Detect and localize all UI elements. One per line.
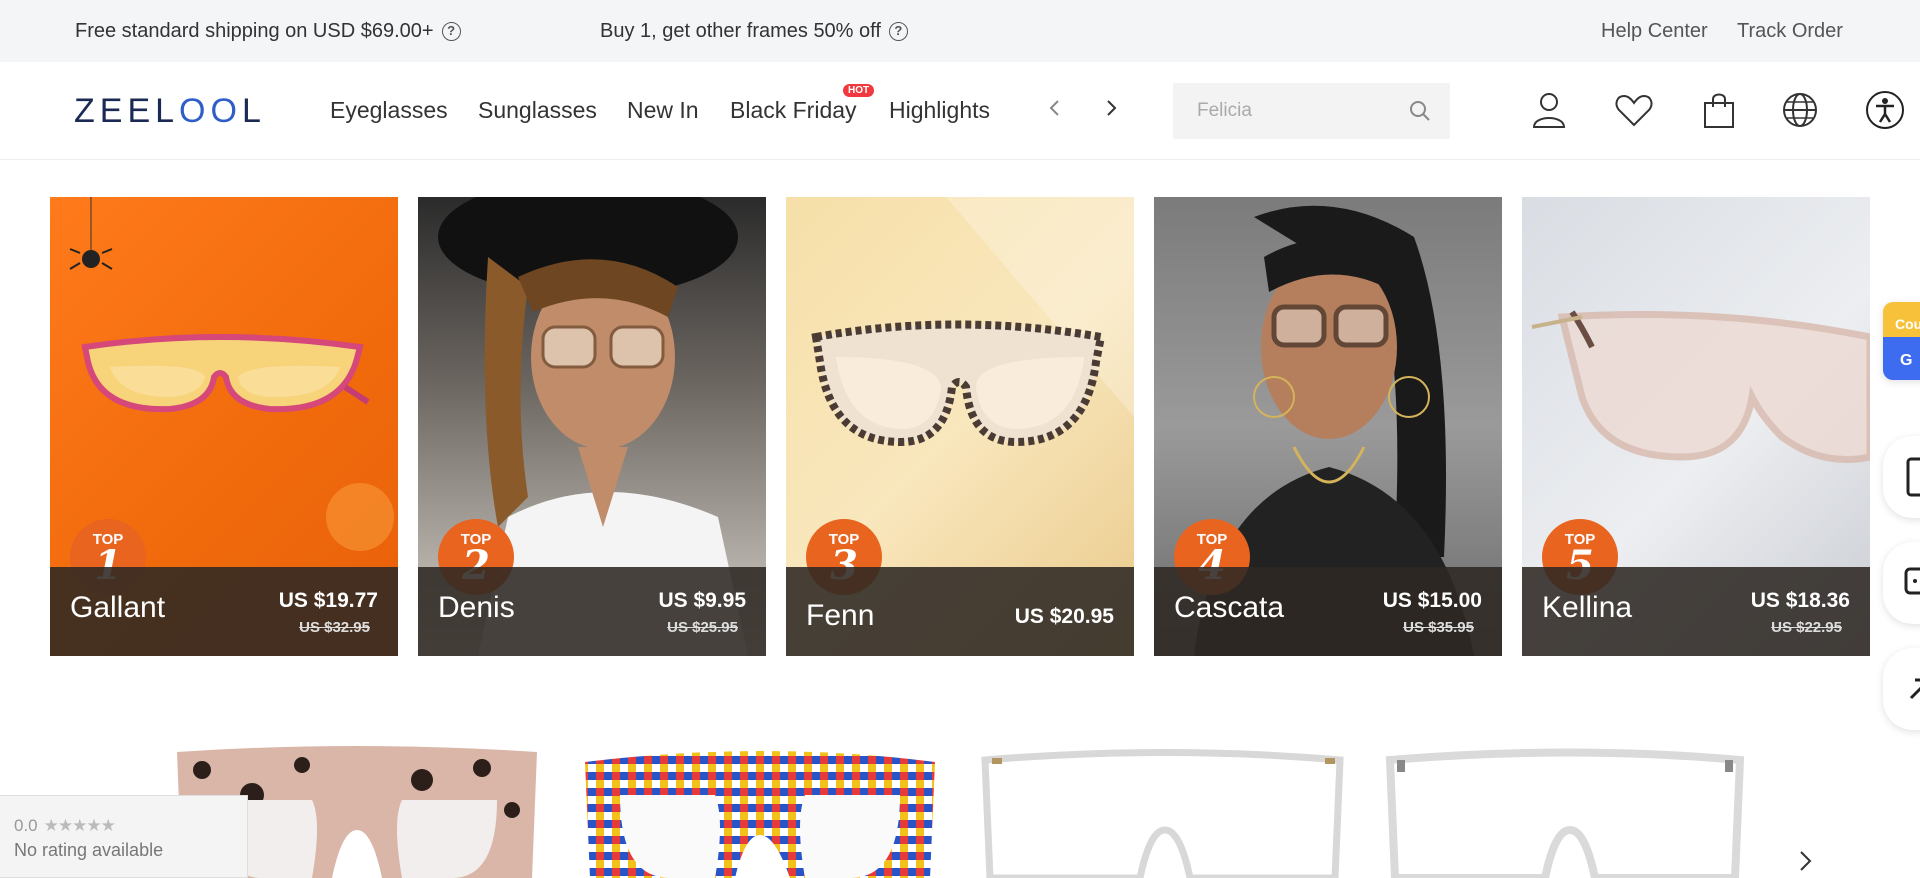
product-name[interactable]: Kellina — [1542, 591, 1632, 625]
product-original-price: US $25.95 — [667, 619, 738, 636]
product-original-price: US $35.95 — [1403, 619, 1474, 636]
search-icon[interactable] — [1408, 99, 1432, 123]
product-card[interactable]: TOP 1 Gallant US $19.77 US $32.95 — [50, 197, 398, 656]
heart-icon — [1615, 94, 1653, 127]
nav-eyeglasses[interactable]: Eyeglasses — [330, 97, 448, 124]
frames-promo[interactable]: Buy 1, get other frames 50% off ? — [600, 20, 908, 43]
product-card[interactable]: TOP 4 Cascata US $15.00 US $35.95 — [1154, 197, 1502, 656]
help-center-link[interactable]: Help Center — [1601, 20, 1708, 43]
main-header: ZEELOOL Eyeglasses Sunglasses New In Bla… — [0, 62, 1920, 160]
help-circle-icon[interactable]: ? — [888, 22, 908, 41]
account-button[interactable] — [1527, 88, 1571, 132]
product-price: US $9.95 — [658, 589, 746, 612]
globe-icon — [1783, 93, 1817, 127]
product-card[interactable]: TOP 3 Fenn US $20.95 — [786, 197, 1134, 656]
rating-widget[interactable]: 0.0 ★★★★★ No rating available — [0, 795, 248, 878]
shipping-promo[interactable]: Free standard shipping on USD $69.00+ ? — [75, 20, 461, 43]
product-caption: Fenn US $20.95 — [786, 567, 1134, 656]
product-price: US $18.36 — [1750, 589, 1850, 612]
nav-highlights[interactable]: Highlights — [889, 97, 990, 124]
product-card[interactable]: TOP 5 Kellina US $18.36 US $22.95 — [1522, 197, 1870, 656]
product-caption: Gallant US $19.77 US $32.95 — [50, 567, 398, 656]
rating-text: No rating available — [14, 840, 164, 860]
product-thumbnail[interactable] — [980, 740, 1350, 878]
product-thumbnail[interactable] — [580, 740, 950, 878]
nav-sunglasses[interactable]: Sunglasses — [478, 97, 597, 124]
rating-score: 0.0 ★★★★★ — [14, 816, 116, 835]
product-price: US $15.00 — [1382, 589, 1482, 612]
nav-prev-button[interactable] — [1040, 93, 1070, 123]
product-price: US $20.95 — [1014, 605, 1114, 628]
carousel-next-button[interactable] — [1795, 848, 1815, 878]
chevron-right-icon — [1107, 100, 1117, 116]
product-price: US $19.77 — [278, 589, 378, 612]
accessibility-button[interactable] — [1863, 88, 1907, 132]
arrow-up-icon — [1909, 678, 1920, 700]
shipping-promo-text: Free standard shipping on USD $69.00+ — [75, 20, 434, 42]
chevron-left-icon — [1049, 100, 1059, 116]
chat-icon — [1904, 567, 1920, 595]
help-circle-icon[interactable]: ? — [441, 22, 461, 41]
frames-promo-text: Buy 1, get other frames 50% off — [600, 20, 881, 42]
product-caption: Denis US $9.95 US $25.95 — [418, 567, 766, 656]
accessibility-icon — [1866, 91, 1904, 129]
track-order-link[interactable]: Track Order — [1737, 20, 1843, 43]
product-thumbnail[interactable] — [1385, 740, 1755, 878]
product-original-price: US $32.95 — [299, 619, 370, 636]
chat-button[interactable] — [1883, 542, 1920, 624]
star-rating-icon: ★★★★★ — [43, 816, 116, 835]
back-to-top-button[interactable] — [1883, 648, 1920, 730]
chevron-right-icon — [1800, 851, 1812, 871]
nav-black-friday[interactable]: Black Friday — [730, 97, 857, 124]
language-button[interactable] — [1778, 88, 1822, 132]
product-original-price: US $22.95 — [1771, 619, 1842, 636]
coupon-widget[interactable]: Cou G — [1883, 302, 1920, 380]
promo-bar: Free standard shipping on USD $69.00+ ? … — [0, 0, 1920, 62]
product-caption: Kellina US $18.36 US $22.95 — [1522, 567, 1870, 656]
device-button[interactable] — [1883, 436, 1920, 518]
spider-icon — [82, 250, 100, 268]
product-name[interactable]: Fenn — [806, 599, 874, 633]
shopping-bag-icon — [1704, 93, 1734, 128]
mobile-icon — [1906, 457, 1920, 497]
product-card[interactable]: TOP 2 Denis US $9.95 US $25.95 — [418, 197, 766, 656]
product-caption: Cascata US $15.00 US $35.95 — [1154, 567, 1502, 656]
zeelool-logo[interactable]: ZEELOOL — [74, 92, 266, 131]
wishlist-button[interactable] — [1612, 88, 1656, 132]
product-name[interactable]: Denis — [438, 591, 515, 625]
hot-badge: HOT — [843, 84, 875, 97]
search-input[interactable] — [1197, 100, 1397, 122]
nav-next-button[interactable] — [1096, 93, 1126, 123]
search-box[interactable] — [1173, 83, 1450, 139]
product-name[interactable]: Gallant — [70, 591, 165, 625]
nav-new-in[interactable]: New In — [627, 97, 699, 124]
user-icon — [1532, 93, 1566, 128]
cart-button[interactable] — [1697, 88, 1741, 132]
product-name[interactable]: Cascata — [1174, 591, 1284, 625]
